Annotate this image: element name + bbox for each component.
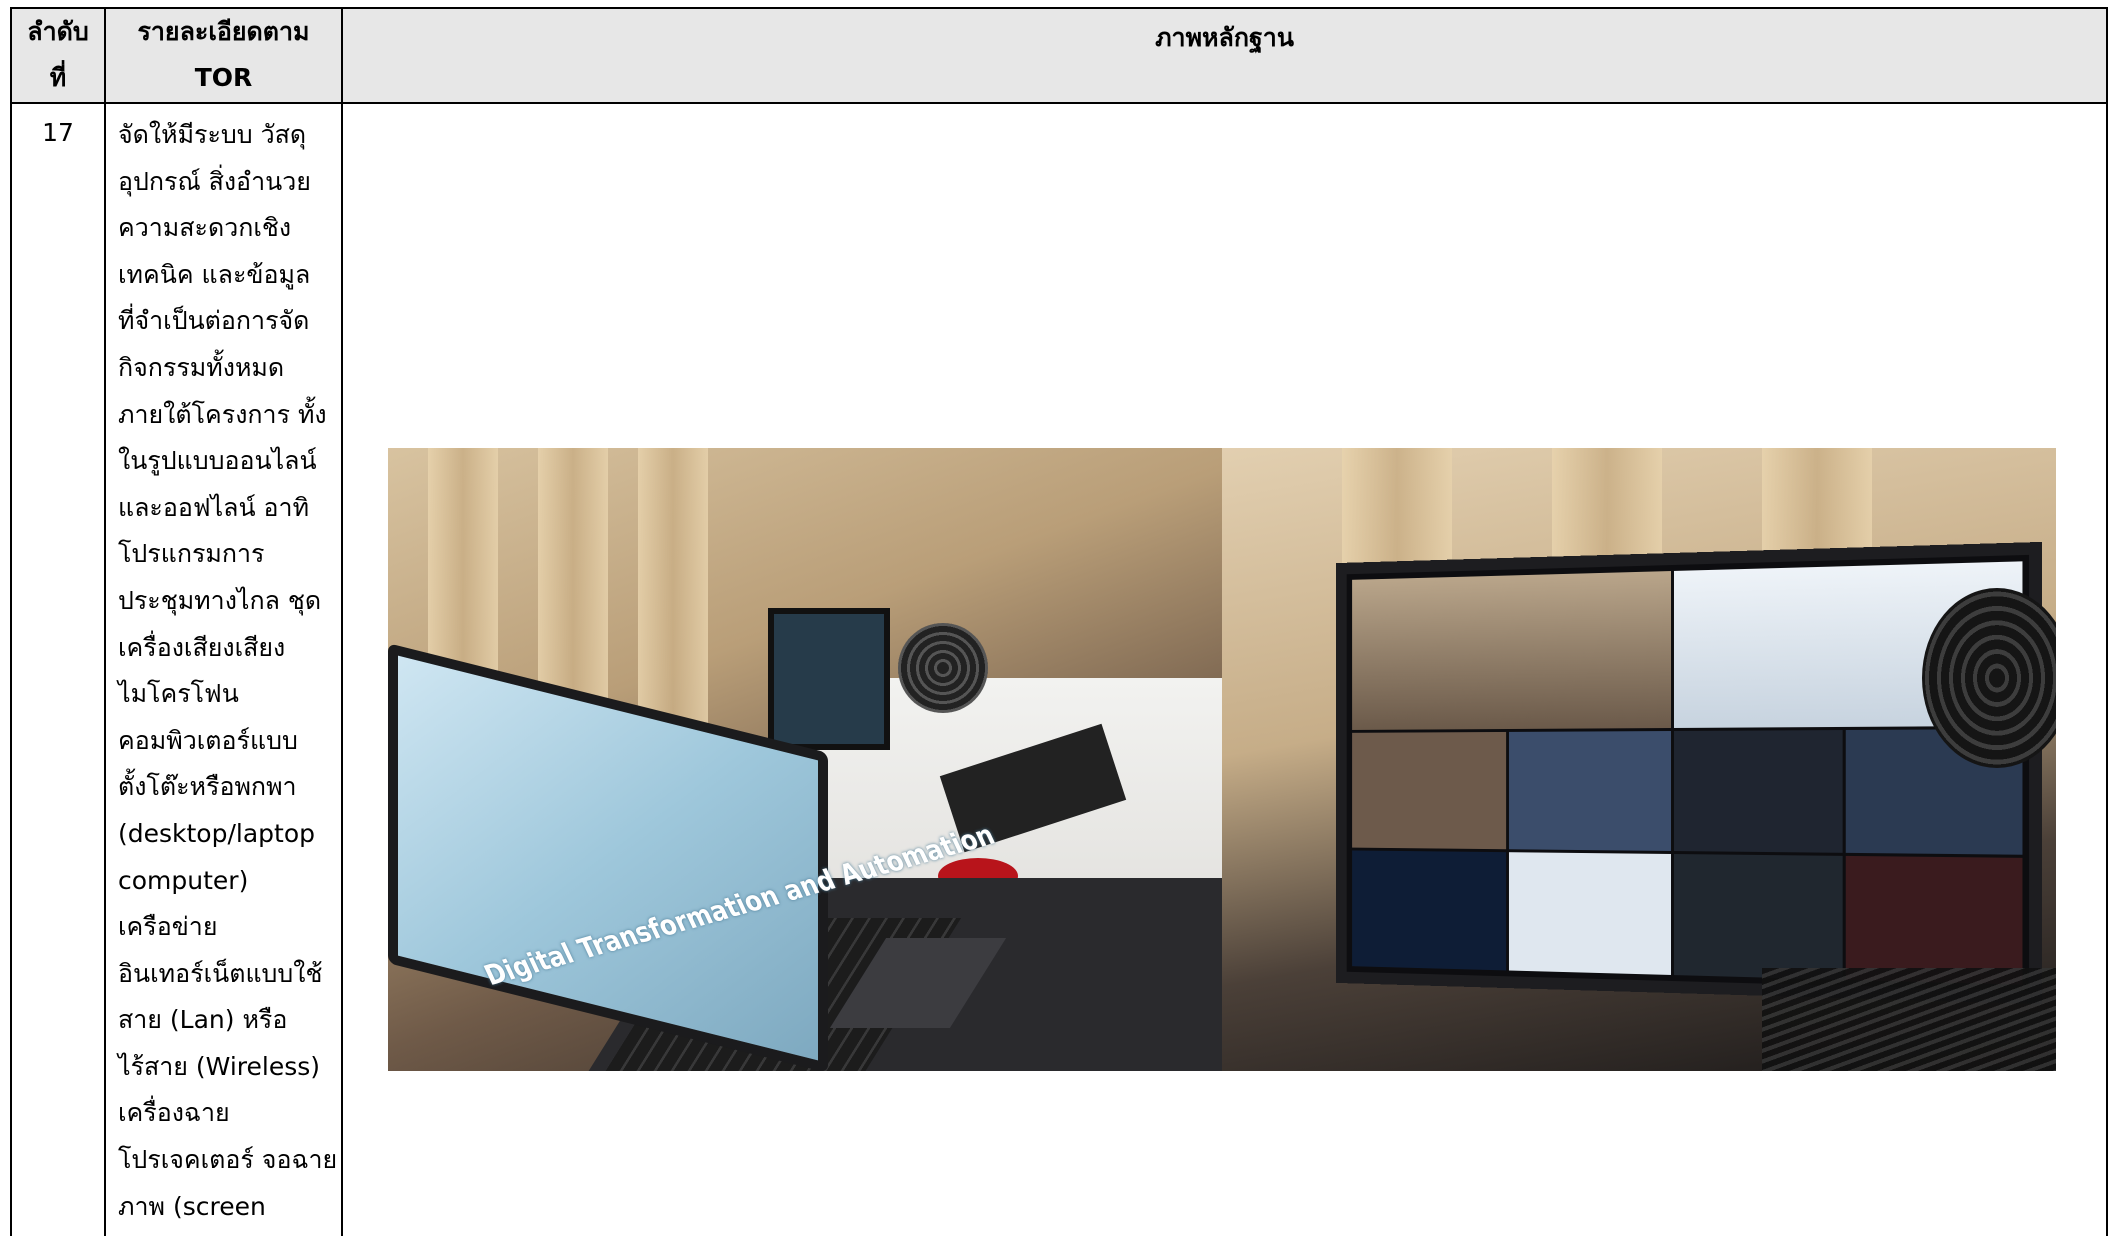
monitor-tile (1845, 856, 2023, 985)
header-row: ลำดับ ที่ รายละเอียดตาม TOR ภาพหลักฐาน (10, 7, 2108, 104)
table-row: 17 จัดให้มีระบบ วัสดุ อุปกรณ์ สิ่งอำนวย … (10, 102, 2108, 1236)
monitor-tile (1673, 854, 1843, 980)
monitor-tile (1352, 731, 1507, 850)
detail-line: ประชุมทางไกล ชุด (118, 585, 322, 615)
fan-shape (898, 623, 988, 713)
header-detail: รายละเอียดตาม TOR (104, 7, 343, 104)
evidence-photo-multiview-monitor (1222, 448, 2056, 1071)
detail-line: และออฟไลน์ อาทิ (118, 492, 310, 522)
detail-line: ความสะดวกเชิง (118, 213, 292, 243)
detail-line: โปรเจคเตอร์ จอฉาย (118, 1145, 338, 1175)
header-detail-line2: TOR (194, 63, 253, 92)
detail-line: สาย (Lan) หรือ (118, 1005, 288, 1035)
header-seq: ลำดับ ที่ (10, 7, 106, 104)
detail-line: ไมโครโฟน (118, 679, 239, 709)
monitor-tile (1509, 730, 1671, 852)
detail-line: กิจกรรมทั้งหมด (118, 352, 285, 382)
detail-line: ที่จำเป็นต่อการจัด (118, 306, 310, 336)
detail-line: โปรแกรมการ (118, 539, 265, 569)
laptop-screen: Digital Transformation and Automation (388, 643, 1000, 1071)
detail-line: เทคนิค และข้อมูล (118, 259, 311, 289)
detail-line: computer) (118, 865, 249, 895)
header-evidence-label: ภาพหลักฐาน (1155, 23, 1294, 52)
header-evidence: ภาพหลักฐาน (341, 7, 2108, 104)
detail-line: อินเทอร์เน็ตแบบใช้ (118, 958, 323, 988)
monitor-tile (1352, 850, 1507, 971)
detail-line: อุปกรณ์ สิ่งอำนวย (118, 166, 311, 196)
detail-line: ภายใต้โครงการ ทั้ง (118, 399, 327, 429)
multiview-monitor (1335, 541, 2043, 1005)
seq-cell: 17 (10, 102, 106, 1236)
detail-line: จัดให้มีระบบ วัสดุ (118, 120, 307, 149)
detail-line: (desktop/laptop (118, 818, 315, 848)
evidence-table: ลำดับ ที่ รายละเอียดตาม TOR ภาพหลักฐาน 1… (10, 7, 2108, 1236)
header-detail-line1: รายละเอียดตาม (137, 17, 310, 46)
detail-line: ตั้งโต๊ะหรือพกพา (118, 772, 297, 802)
monitor-tile-preview (1352, 571, 1671, 730)
monitor-tile (1673, 729, 1843, 854)
detail-line: เครื่องฉาย (118, 1098, 230, 1128)
detail-line: ภาพ (screen (118, 1191, 266, 1221)
detail-cell: จัดให้มีระบบ วัสดุ อุปกรณ์ สิ่งอำนวย ควา… (104, 102, 343, 1236)
detail-line: คอมพิวเตอร์แบบ (118, 725, 298, 755)
header-seq-line2: ที่ (49, 63, 67, 92)
detail-line: ในรูปแบบออนไลน์ (118, 446, 317, 476)
monitor-tile (1509, 852, 1671, 975)
evidence-photo-laptop-setup: Digital Transformation and Automation (388, 448, 1222, 1071)
header-seq-line1: ลำดับ (27, 17, 89, 46)
cables-shape (1762, 968, 2056, 1071)
detail-line: เครือข่าย (118, 912, 218, 942)
detail-line: เครื่องเสียงเสียง (118, 632, 286, 662)
evidence-cell: Digital Transformation and Automation (341, 102, 2108, 1236)
detail-line: ไร้สาย (Wireless) (118, 1051, 321, 1081)
monitor-shape (768, 608, 890, 750)
